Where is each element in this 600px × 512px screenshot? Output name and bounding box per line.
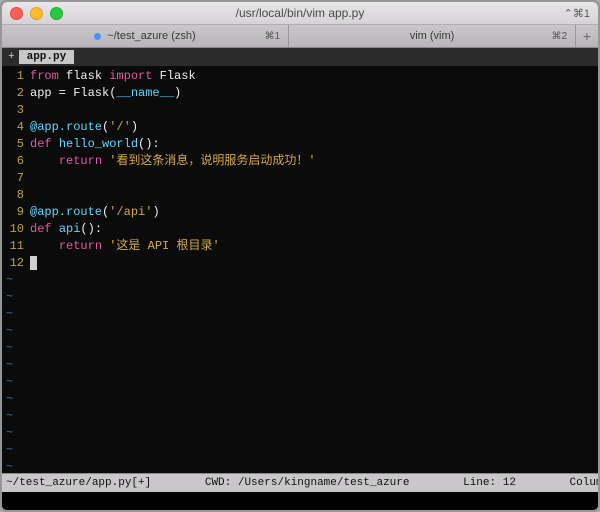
code-content: return '这是 API 根目录' — [30, 238, 220, 255]
code-content: return '看到这条消息，说明服务启动成功！' — [30, 153, 316, 170]
empty-line: ~ — [2, 340, 598, 357]
zoom-icon[interactable] — [50, 7, 63, 20]
tilde-icon: ~ — [2, 391, 13, 408]
titlebar[interactable]: /usr/local/bin/vim app.py ⌃⌘1 — [2, 2, 598, 25]
status-file: ~/test_azure/app.py[+] — [6, 477, 151, 489]
terminal-window: /usr/local/bin/vim app.py ⌃⌘1 ~/test_azu… — [1, 1, 599, 511]
tab-bar: ~/test_azure (zsh) ⌘1 vim (vim) ⌘2 + — [2, 25, 598, 48]
line-number: 11 — [2, 238, 30, 255]
code-line: 1from flask import Flask — [2, 68, 598, 85]
line-number: 12 — [2, 255, 30, 272]
line-number: 1 — [2, 68, 30, 85]
empty-line: ~ — [2, 374, 598, 391]
tilde-icon: ~ — [2, 272, 13, 289]
code-content: def hello_world(): — [30, 136, 160, 153]
buffer-modified-icon: + — [2, 51, 19, 63]
empty-line: ~ — [2, 425, 598, 442]
line-number: 7 — [2, 170, 30, 187]
empty-line: ~ — [2, 357, 598, 374]
close-icon[interactable] — [10, 7, 23, 20]
code-line: 5def hello_world(): — [2, 136, 598, 153]
cursor — [30, 256, 37, 270]
line-number: 3 — [2, 102, 30, 119]
empty-line: ~ — [2, 323, 598, 340]
code-line: 12 — [2, 255, 598, 272]
buffer-tab-bar: + app.py — [2, 48, 598, 66]
code-line: 4@app.route('/') — [2, 119, 598, 136]
tab-label: ~/test_azure (zsh) — [107, 30, 195, 42]
empty-line: ~ — [2, 459, 598, 473]
code-content: @app.route('/') — [30, 119, 138, 136]
tilde-icon: ~ — [2, 357, 13, 374]
line-number: 2 — [2, 85, 30, 102]
code-content: from flask import Flask — [30, 68, 196, 85]
empty-line: ~ — [2, 391, 598, 408]
tilde-icon: ~ — [2, 289, 13, 306]
tab-shell[interactable]: ~/test_azure (zsh) ⌘1 — [2, 25, 289, 47]
tab-label: vim (vim) — [410, 30, 455, 42]
status-bar: ~/test_azure/app.py[+] CWD: /Users/kingn… — [2, 473, 598, 492]
line-number: 9 — [2, 204, 30, 221]
code-content: @app.route('/api') — [30, 204, 160, 221]
line-number: 4 — [2, 119, 30, 136]
tab-shortcut: ⌘1 — [264, 31, 280, 42]
window-controls — [10, 7, 63, 20]
tab-shortcut: ⌘2 — [551, 31, 567, 42]
code-line: 3 — [2, 102, 598, 119]
buffer-tab[interactable]: app.py — [19, 50, 75, 64]
empty-line: ~ — [2, 306, 598, 323]
empty-line: ~ — [2, 442, 598, 459]
code-content: def api(): — [30, 221, 102, 238]
tilde-icon: ~ — [2, 442, 13, 459]
line-number: 6 — [2, 153, 30, 170]
minimize-icon[interactable] — [30, 7, 43, 20]
modified-indicator-icon — [94, 33, 101, 40]
code-line: 11 return '这是 API 根目录' — [2, 238, 598, 255]
tilde-icon: ~ — [2, 425, 13, 442]
empty-line: ~ — [2, 408, 598, 425]
tilde-icon: ~ — [2, 408, 13, 425]
code-content — [30, 255, 37, 272]
code-line: 6 return '看到这条消息，说明服务启动成功！' — [2, 153, 598, 170]
line-number: 8 — [2, 187, 30, 204]
code-line: 8 — [2, 187, 598, 204]
tilde-icon: ~ — [2, 306, 13, 323]
code-line: 7 — [2, 170, 598, 187]
tab-vim[interactable]: vim (vim) ⌘2 — [289, 25, 576, 47]
window-shortcut: ⌃⌘1 — [564, 7, 590, 20]
tilde-icon: ~ — [2, 374, 13, 391]
code-line: 10def api(): — [2, 221, 598, 238]
line-number: 5 — [2, 136, 30, 153]
line-number: 10 — [2, 221, 30, 238]
code-line: 9@app.route('/api') — [2, 204, 598, 221]
empty-line: ~ — [2, 272, 598, 289]
editor-area[interactable]: 1from flask import Flask2app = Flask(__n… — [2, 66, 598, 473]
tilde-icon: ~ — [2, 459, 13, 473]
command-line-area[interactable] — [2, 492, 598, 510]
code-line: 2app = Flask(__name__) — [2, 85, 598, 102]
tilde-icon: ~ — [2, 323, 13, 340]
empty-line: ~ — [2, 289, 598, 306]
code-content: app = Flask(__name__) — [30, 85, 181, 102]
window-title: /usr/local/bin/vim app.py — [2, 6, 598, 20]
tilde-icon: ~ — [2, 340, 13, 357]
add-tab-button[interactable]: + — [576, 25, 598, 47]
